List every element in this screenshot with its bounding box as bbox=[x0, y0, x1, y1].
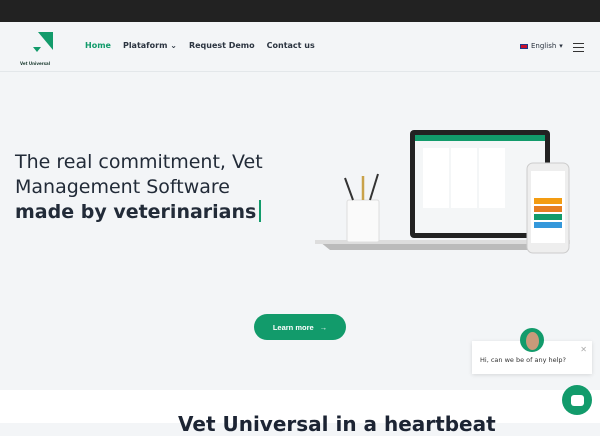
site-header: Vet Universal Home Plataform ⌄ Request D… bbox=[0, 22, 600, 72]
chat-launcher-button[interactable] bbox=[562, 385, 592, 415]
language-selector[interactable]: English ▾ bbox=[520, 42, 563, 50]
browser-top-bar bbox=[0, 0, 600, 22]
chat-icon bbox=[570, 394, 584, 406]
hero-line-1: The real commitment, Vet bbox=[15, 151, 263, 173]
hero-line-2: Management Software bbox=[15, 176, 230, 198]
logo-text: Vet Universal bbox=[20, 61, 51, 66]
learn-more-label: Learn more bbox=[272, 322, 314, 332]
caret-down-icon: ▾ bbox=[559, 42, 563, 50]
close-icon[interactable]: ✕ bbox=[580, 345, 587, 354]
arrow-right-icon: → bbox=[319, 322, 328, 332]
chat-message: Hi, can we be of any help? bbox=[480, 356, 566, 364]
nav-request-demo[interactable]: Request Demo bbox=[189, 41, 255, 50]
nav-contact-us[interactable]: Contact us bbox=[267, 41, 315, 50]
chevron-down-icon: ⌄ bbox=[170, 41, 177, 50]
language-label: English bbox=[531, 42, 557, 50]
logo-mark-icon bbox=[33, 32, 53, 52]
main-nav: Home Plataform ⌄ Request Demo Contact us bbox=[85, 41, 315, 50]
agent-avatar bbox=[520, 328, 544, 352]
hero-title: The real commitment, Vet Management Soft… bbox=[15, 150, 275, 225]
learn-more-button[interactable]: Learn more → bbox=[254, 314, 346, 340]
typing-caret bbox=[259, 200, 261, 222]
nav-plataform[interactable]: Plataform ⌄ bbox=[123, 41, 177, 50]
section-heading: Vet Universal in a heartbeat bbox=[178, 412, 496, 436]
laptop-phone-illustration bbox=[315, 130, 570, 254]
logo[interactable]: Vet Universal bbox=[20, 32, 56, 66]
nav-plataform-label: Plataform bbox=[122, 41, 168, 50]
nav-home[interactable]: Home bbox=[85, 41, 111, 50]
uk-flag-icon bbox=[520, 43, 528, 49]
hero-line-3: made by veterinarians bbox=[15, 201, 257, 223]
menu-icon[interactable] bbox=[573, 43, 584, 54]
